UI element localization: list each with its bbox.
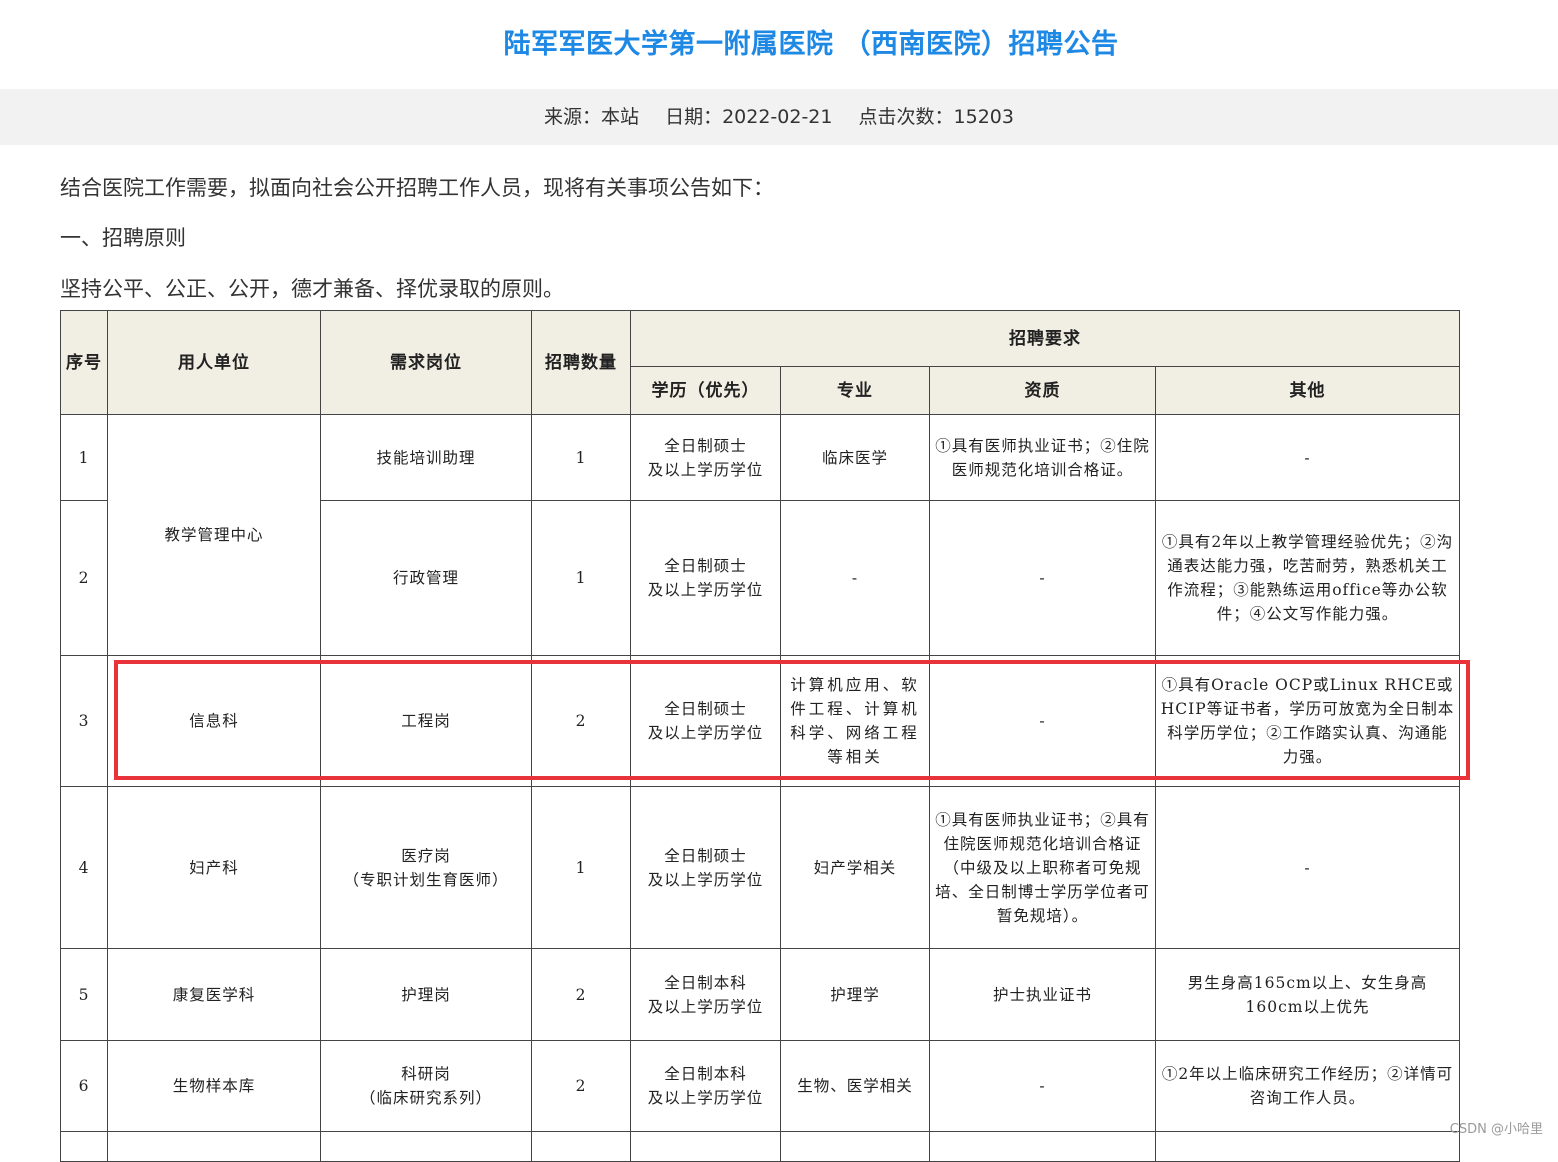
cell-empty xyxy=(929,1131,1156,1162)
cell-count: 2 xyxy=(531,948,631,1041)
cell-seq: 3 xyxy=(60,655,108,787)
education-sub-line: 及以上学历学位 xyxy=(647,460,764,479)
cell-other: - xyxy=(1155,786,1460,949)
header-unit: 用人单位 xyxy=(107,310,321,415)
watermark: CSDN @小哈里 xyxy=(1449,1122,1543,1137)
cell-empty xyxy=(320,1131,532,1162)
cell-qualification: - xyxy=(929,500,1156,656)
principle-paragraph: 坚持公平、公正、公开，德才兼备、择优录取的原则。 xyxy=(60,277,564,301)
cell-position: 技能培训助理 xyxy=(320,414,532,501)
cell-qualification: - xyxy=(929,1040,1156,1132)
cell-count: 2 xyxy=(531,1040,631,1132)
position-sub-line: （临床研究系列） xyxy=(359,1089,492,1107)
cell-empty xyxy=(780,1131,930,1162)
cell-other: ①2年以上临床研究工作经历；②详情可咨询工作人员。 xyxy=(1155,1040,1460,1132)
cell-seq: 1 xyxy=(60,414,108,501)
education-line: 全日制本科 xyxy=(664,973,747,992)
education-line: 全日制硕士 xyxy=(664,436,747,455)
table-row: 5 康复医学科 护理岗 2 全日制本科 及以上学历学位 护理学 护士执业证书 男… xyxy=(60,948,1460,1041)
meta-source: 来源：本站 xyxy=(544,106,640,128)
table-row xyxy=(60,1131,1460,1162)
section-heading: 一、招聘原则 xyxy=(60,226,186,250)
cell-seq: 2 xyxy=(60,500,108,656)
education-line: 全日制硕士 xyxy=(664,846,747,865)
cell-education: 全日制硕士 及以上学历学位 xyxy=(630,786,781,949)
header-seq: 序号 xyxy=(60,310,108,415)
cell-seq: 5 xyxy=(60,948,108,1041)
table-row: 6 生物样本库 科研岗 （临床研究系列） 2 全日制本科 及以上学历学位 生物、… xyxy=(60,1040,1460,1132)
header-position: 需求岗位 xyxy=(320,310,532,415)
cell-count: 2 xyxy=(531,655,631,787)
education-line: 全日制硕士 xyxy=(664,700,747,718)
header-qualification: 资质 xyxy=(929,366,1156,415)
position-sub-line: （专职计划生育医师） xyxy=(343,870,509,889)
cell-position: 工程岗 xyxy=(320,655,532,787)
cell-education: 全日制本科 及以上学历学位 xyxy=(630,1040,781,1132)
cell-other: - xyxy=(1155,414,1460,501)
cell-education: 全日制硕士 及以上学历学位 xyxy=(630,414,781,501)
cell-other: ①具有Oracle OCP或Linux RHCE或HCIP等证书者，学历可放宽为… xyxy=(1155,655,1460,787)
cell-major: 计算机应用、软件工程、计算机科学、网络工程等相关 xyxy=(780,655,930,787)
cell-empty xyxy=(531,1131,631,1162)
cell-seq: 6 xyxy=(60,1040,108,1132)
meta-clicks: 点击次数：15203 xyxy=(858,106,1014,128)
cell-empty xyxy=(107,1131,321,1162)
header-other: 其他 xyxy=(1155,366,1460,415)
meta-date: 日期：2022-02-21 xyxy=(665,106,833,128)
education-line: 全日制本科 xyxy=(664,1065,747,1083)
table-row: 4 妇产科 医疗岗 （专职计划生育医师） 1 全日制硕士 及以上学历学位 妇产学… xyxy=(60,786,1460,949)
education-sub-line: 及以上学历学位 xyxy=(647,581,764,599)
cell-position: 医疗岗 （专职计划生育医师） xyxy=(320,786,532,949)
cell-qualification: ①具有医师执业证书；②住院医师规范化培训合格证。 xyxy=(929,414,1156,501)
cell-other: 男生身高165cm以上、女生身高160cm以上优先 xyxy=(1155,948,1460,1041)
meta-bar: 来源：本站 日期：2022-02-21 点击次数：15203 xyxy=(0,89,1558,145)
cell-position: 科研岗 （临床研究系列） xyxy=(320,1040,532,1132)
cell-education: 全日制硕士 及以上学历学位 xyxy=(630,655,781,787)
cell-major: 生物、医学相关 xyxy=(780,1040,930,1132)
table-row: 3 信息科 工程岗 2 全日制硕士 及以上学历学位 计算机应用、软件工程、计算机… xyxy=(60,655,1460,787)
cell-position: 行政管理 xyxy=(320,500,532,656)
cell-unit: 教学管理中心 xyxy=(107,414,321,656)
cell-qualification: ①具有医师执业证书；②具有住院医师规范化培训合格证（中级及以上职称者可免规培、全… xyxy=(929,786,1156,949)
cell-other: ①具有2年以上教学管理经验优先；②沟通表达能力强，吃苦耐劳，熟悉机关工作流程；③… xyxy=(1155,500,1460,656)
recruitment-table: 序号 用人单位 需求岗位 招聘数量 招聘要求 学历（优先） 专业 资质 其他 1… xyxy=(60,310,1460,1162)
table-row: 1 教学管理中心 技能培训助理 1 全日制硕士 及以上学历学位 临床医学 ①具有… xyxy=(60,414,1460,656)
header-education: 学历（优先） xyxy=(630,366,781,415)
education-sub-line: 及以上学历学位 xyxy=(647,1089,764,1107)
position-line: 医疗岗 xyxy=(401,846,451,865)
cell-qualification: 护士执业证书 xyxy=(929,948,1156,1041)
cell-count: 1 xyxy=(531,414,631,501)
cell-education: 全日制硕士 及以上学历学位 xyxy=(630,500,781,656)
cell-major: 临床医学 xyxy=(780,414,930,501)
header-requirements: 招聘要求 xyxy=(630,310,1460,367)
education-line: 全日制硕士 xyxy=(664,557,747,575)
cell-unit: 生物样本库 xyxy=(107,1040,321,1132)
education-sub-line: 及以上学历学位 xyxy=(647,870,764,889)
cell-empty xyxy=(630,1131,781,1162)
cell-major: 护理学 xyxy=(780,948,930,1041)
page-title: 陆军军医大学第一附属医院 （西南医院）招聘公告 xyxy=(503,29,1119,60)
cell-position: 护理岗 xyxy=(320,948,532,1041)
cell-empty xyxy=(60,1131,108,1162)
cell-major: - xyxy=(780,500,930,656)
header-count: 招聘数量 xyxy=(531,310,631,415)
cell-count: 1 xyxy=(531,786,631,949)
cell-unit: 信息科 xyxy=(107,655,321,787)
education-sub-line: 及以上学历学位 xyxy=(647,724,764,742)
cell-count: 1 xyxy=(531,500,631,656)
intro-paragraph: 结合医院工作需要，拟面向社会公开招聘工作人员，现将有关事项公告如下： xyxy=(60,176,774,200)
cell-qualification: - xyxy=(929,655,1156,787)
education-sub-line: 及以上学历学位 xyxy=(647,997,764,1016)
cell-education: 全日制本科 及以上学历学位 xyxy=(630,948,781,1041)
cell-unit: 妇产科 xyxy=(107,786,321,949)
position-line: 科研岗 xyxy=(401,1065,451,1083)
header-major: 专业 xyxy=(780,366,930,415)
cell-unit: 康复医学科 xyxy=(107,948,321,1041)
cell-seq: 4 xyxy=(60,786,108,949)
cell-major: 妇产学相关 xyxy=(780,786,930,949)
cell-empty xyxy=(1155,1131,1460,1162)
